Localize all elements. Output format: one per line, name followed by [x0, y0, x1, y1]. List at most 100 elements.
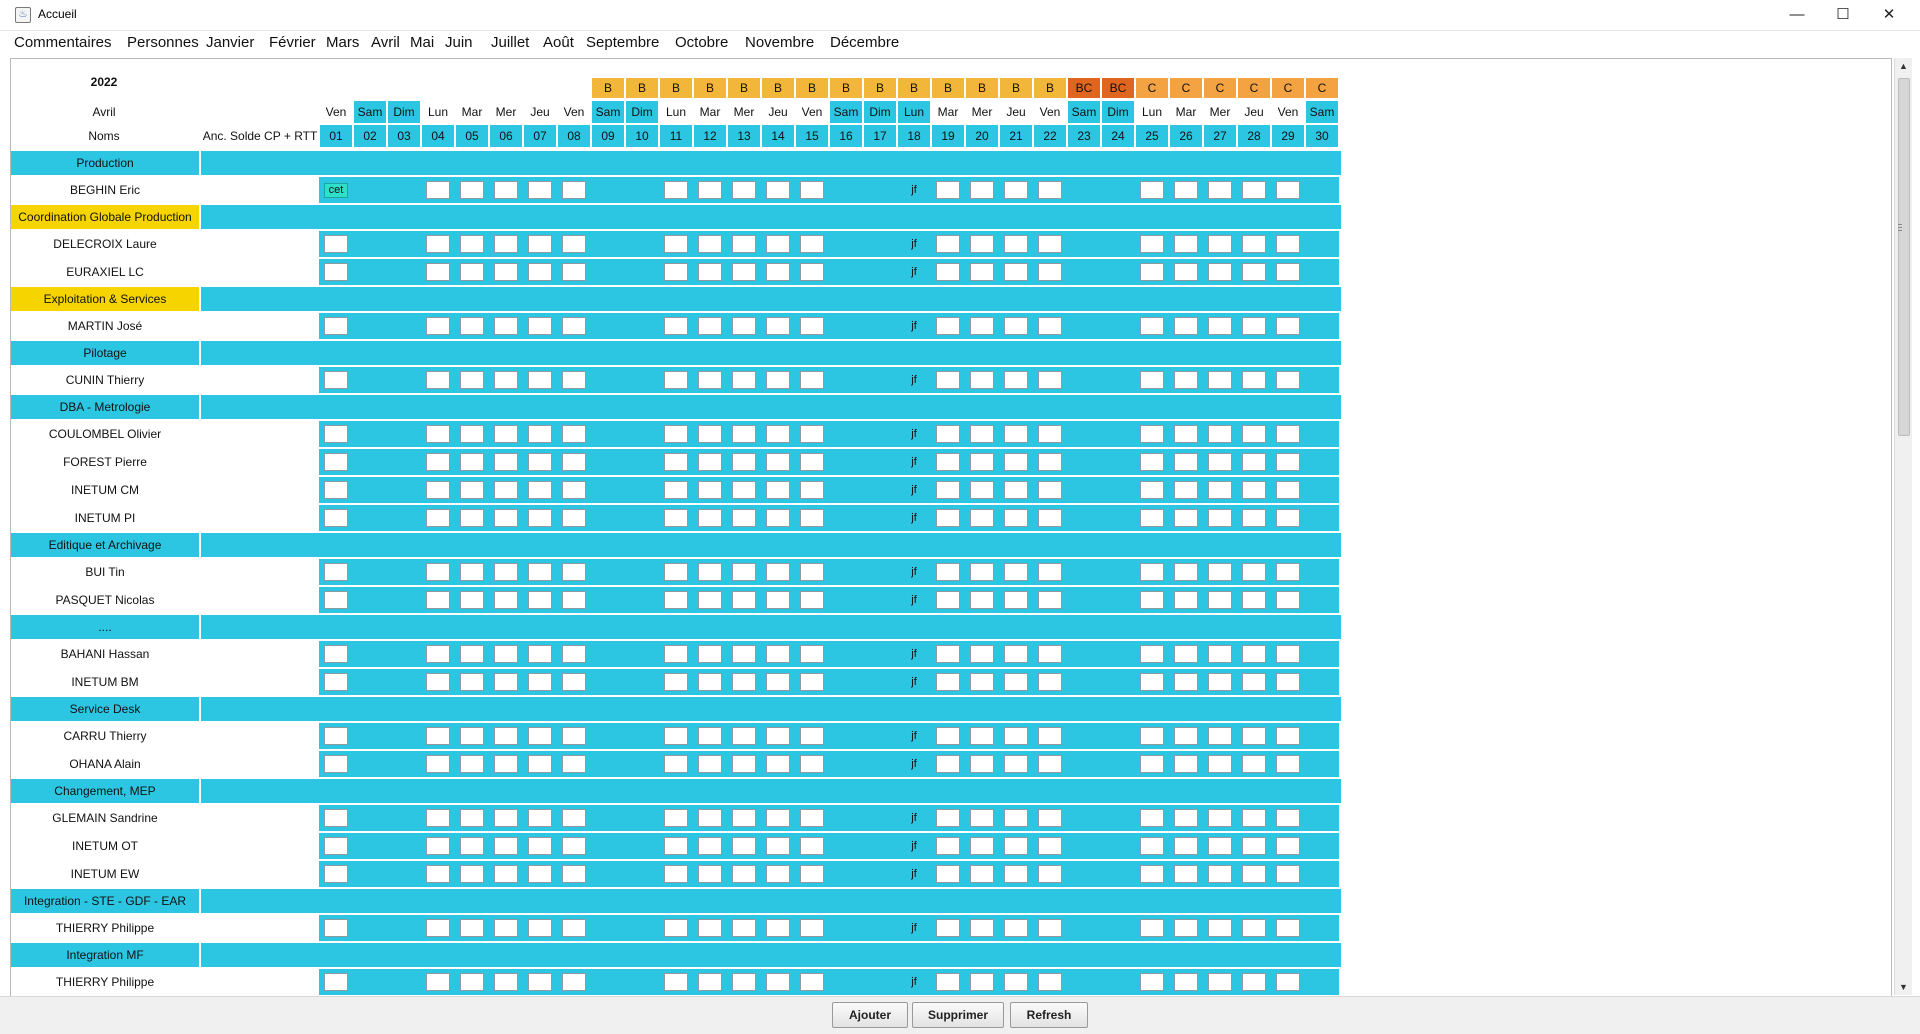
- day-input[interactable]: [936, 263, 960, 281]
- menu-juillet[interactable]: Juillet: [491, 34, 529, 51]
- day-input[interactable]: [324, 837, 348, 855]
- day-input[interactable]: [528, 453, 552, 471]
- day-input[interactable]: [460, 563, 484, 581]
- day-input[interactable]: [970, 317, 994, 335]
- day-input[interactable]: [494, 973, 518, 991]
- day-input[interactable]: [698, 263, 722, 281]
- day-input[interactable]: [494, 481, 518, 499]
- day-input[interactable]: [732, 371, 756, 389]
- day-input[interactable]: [1276, 865, 1300, 883]
- day-input[interactable]: [970, 425, 994, 443]
- day-input[interactable]: [800, 425, 824, 443]
- day-input[interactable]: [1208, 509, 1232, 527]
- day-input[interactable]: [664, 509, 688, 527]
- day-input[interactable]: [426, 673, 450, 691]
- day-input[interactable]: [1276, 837, 1300, 855]
- day-input[interactable]: [460, 837, 484, 855]
- day-input[interactable]: [698, 317, 722, 335]
- day-input[interactable]: [664, 755, 688, 773]
- menu-septembre[interactable]: Septembre: [586, 34, 659, 51]
- day-input[interactable]: [1038, 755, 1062, 773]
- day-input[interactable]: [426, 865, 450, 883]
- day-input[interactable]: [1242, 727, 1266, 745]
- day-input[interactable]: [1038, 181, 1062, 199]
- day-input[interactable]: [936, 181, 960, 199]
- day-input[interactable]: [426, 181, 450, 199]
- day-input[interactable]: [1140, 425, 1164, 443]
- day-input[interactable]: [732, 263, 756, 281]
- day-input[interactable]: [1208, 563, 1232, 581]
- day-input[interactable]: [1276, 755, 1300, 773]
- day-input[interactable]: [460, 425, 484, 443]
- day-input[interactable]: [1004, 973, 1028, 991]
- day-input[interactable]: [1140, 235, 1164, 253]
- day-input[interactable]: [1174, 727, 1198, 745]
- day-input[interactable]: [1242, 837, 1266, 855]
- day-input[interactable]: [698, 509, 722, 527]
- day-input[interactable]: [1140, 181, 1164, 199]
- day-input[interactable]: [1208, 453, 1232, 471]
- menu-decembre[interactable]: Décembre: [830, 34, 899, 51]
- day-input[interactable]: [800, 371, 824, 389]
- day-input[interactable]: [494, 453, 518, 471]
- person-name[interactable]: OHANA Alain: [11, 751, 199, 777]
- person-name[interactable]: THIERRY Philippe: [11, 969, 199, 995]
- day-input[interactable]: [766, 371, 790, 389]
- day-input[interactable]: [698, 181, 722, 199]
- day-input[interactable]: [324, 755, 348, 773]
- day-input[interactable]: [1140, 591, 1164, 609]
- day-input[interactable]: [698, 371, 722, 389]
- day-input[interactable]: [1004, 181, 1028, 199]
- day-input[interactable]: [936, 755, 960, 773]
- day-input[interactable]: [1004, 645, 1028, 663]
- day-input[interactable]: [1276, 317, 1300, 335]
- person-name[interactable]: GLEMAIN Sandrine: [11, 805, 199, 831]
- day-input[interactable]: [766, 645, 790, 663]
- day-input[interactable]: [664, 727, 688, 745]
- day-input[interactable]: [1038, 263, 1062, 281]
- day-input[interactable]: [1174, 563, 1198, 581]
- person-name[interactable]: INETUM CM: [11, 477, 199, 503]
- day-input[interactable]: [324, 453, 348, 471]
- day-input[interactable]: [1004, 317, 1028, 335]
- day-input[interactable]: [970, 837, 994, 855]
- day-input[interactable]: [528, 919, 552, 937]
- day-input[interactable]: [766, 235, 790, 253]
- day-input[interactable]: [494, 809, 518, 827]
- day-input[interactable]: [664, 673, 688, 691]
- day-input[interactable]: [528, 837, 552, 855]
- day-input[interactable]: [732, 973, 756, 991]
- day-input[interactable]: [562, 809, 586, 827]
- day-input[interactable]: [766, 973, 790, 991]
- day-input[interactable]: [1208, 317, 1232, 335]
- day-input[interactable]: [936, 809, 960, 827]
- day-input[interactable]: [1174, 317, 1198, 335]
- day-input[interactable]: [324, 727, 348, 745]
- day-input[interactable]: [1174, 673, 1198, 691]
- day-input[interactable]: [800, 181, 824, 199]
- day-input[interactable]: [1140, 809, 1164, 827]
- day-input[interactable]: [528, 317, 552, 335]
- person-name[interactable]: EURAXIEL LC: [11, 259, 199, 285]
- day-input[interactable]: [426, 481, 450, 499]
- day-input[interactable]: [766, 673, 790, 691]
- day-input[interactable]: [1208, 263, 1232, 281]
- day-input[interactable]: [766, 591, 790, 609]
- day-input[interactable]: [1004, 509, 1028, 527]
- day-input[interactable]: [324, 919, 348, 937]
- day-input[interactable]: [1208, 591, 1232, 609]
- day-input[interactable]: [1174, 591, 1198, 609]
- day-input[interactable]: [1208, 481, 1232, 499]
- day-input[interactable]: [1242, 425, 1266, 443]
- day-input[interactable]: [528, 973, 552, 991]
- day-input[interactable]: [494, 563, 518, 581]
- day-input[interactable]: [800, 673, 824, 691]
- day-input[interactable]: [936, 973, 960, 991]
- day-input[interactable]: [1004, 371, 1028, 389]
- day-input[interactable]: [528, 809, 552, 827]
- day-input[interactable]: [1208, 645, 1232, 663]
- day-input[interactable]: [1140, 453, 1164, 471]
- person-name[interactable]: CUNIN Thierry: [11, 367, 199, 393]
- day-input[interactable]: [1004, 865, 1028, 883]
- day-input[interactable]: [1038, 317, 1062, 335]
